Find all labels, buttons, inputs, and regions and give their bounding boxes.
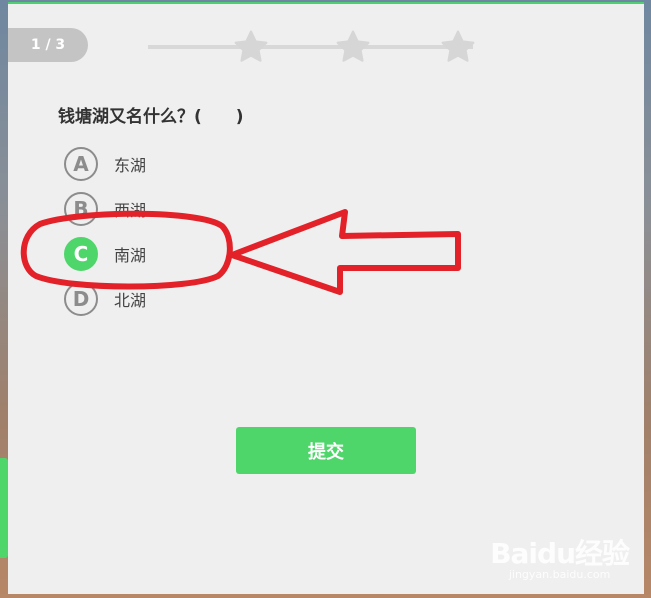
progress-track bbox=[148, 45, 473, 49]
progress-counter: 1 / 3 bbox=[8, 28, 88, 62]
star-icon bbox=[335, 29, 371, 65]
option-letter-badge-selected: C bbox=[64, 237, 98, 271]
question-text: 钱塘湖又名什么？( ) bbox=[58, 107, 244, 127]
option-c[interactable]: C 南湖 bbox=[64, 236, 146, 272]
option-d[interactable]: D 北湖 bbox=[64, 281, 146, 317]
option-label: 西湖 bbox=[114, 201, 147, 220]
option-a[interactable]: A 东湖 bbox=[64, 146, 146, 182]
option-label: 北湖 bbox=[114, 291, 147, 310]
option-label: 南湖 bbox=[114, 246, 147, 265]
star-icon bbox=[440, 29, 476, 65]
submit-button[interactable]: 提交 bbox=[236, 427, 416, 474]
watermark: Baidu经验 jingyan.baidu.com bbox=[490, 532, 630, 581]
star-icon bbox=[233, 29, 269, 65]
option-b[interactable]: B 西湖 bbox=[64, 191, 146, 227]
quiz-card: 1 / 3 钱塘湖又名什么？( ) A 东湖 B 西湖 C 南湖 D 北湖 提交 bbox=[8, 2, 644, 594]
option-letter-badge: A bbox=[64, 147, 98, 181]
option-label: 东湖 bbox=[114, 156, 147, 175]
watermark-url: jingyan.baidu.com bbox=[508, 568, 611, 581]
option-letter-badge: D bbox=[64, 282, 98, 316]
option-letter-badge: B bbox=[64, 192, 98, 226]
baidu-logo: Baidu经验 bbox=[490, 537, 630, 570]
side-tab[interactable] bbox=[0, 458, 8, 558]
